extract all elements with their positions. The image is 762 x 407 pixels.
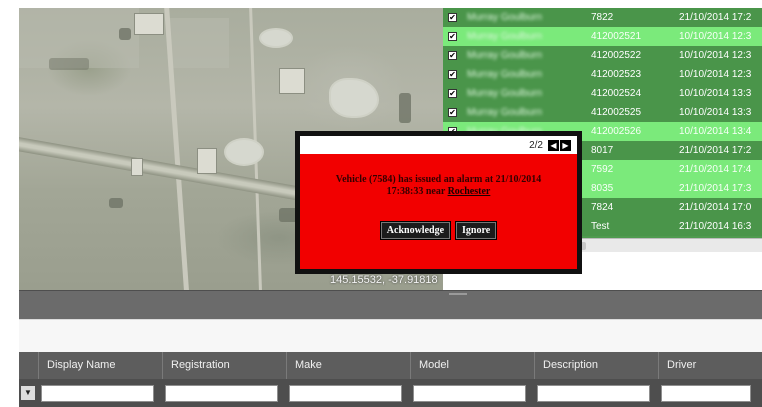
column-header-description[interactable]: Description xyxy=(535,352,659,379)
row-driver-name: Murray Goulburn xyxy=(467,12,543,23)
row-driver-name: Murray Goulburn xyxy=(467,50,543,61)
row-vehicle-id: 412002524 xyxy=(591,88,642,99)
row-checkbox[interactable]: ✔ xyxy=(448,89,457,98)
alert-pager-bar: 2/2 ◀ ▶ xyxy=(300,136,577,154)
table-row[interactable]: ✔ Murray Goulburn 412002524 10/10/2014 13:3 xyxy=(443,84,762,103)
map-coordinates: 145.15532, -37.91818 xyxy=(330,274,438,286)
column-header-make[interactable]: Make xyxy=(287,352,411,379)
filter-make-input[interactable] xyxy=(289,384,402,402)
alert-buttons: Acknowledge Ignore xyxy=(300,222,577,239)
previous-alert-icon[interactable]: ◀ xyxy=(548,139,559,151)
row-vehicle-id: 7592 xyxy=(591,164,614,175)
vehicle-grid-filter-row: ▼ xyxy=(19,379,762,407)
table-row[interactable]: ✔ Murray Goulburn 7822 21/10/2014 17:2 xyxy=(443,8,762,27)
row-vehicle-id: Test xyxy=(591,221,610,232)
column-header-registration[interactable]: Registration xyxy=(163,352,287,379)
next-alert-icon[interactable]: ▶ xyxy=(560,139,571,151)
alert-location-link[interactable]: Rochester xyxy=(448,186,491,197)
row-vehicle-id: 412002522 xyxy=(591,50,642,61)
vehicle-grid-header: Display Name Registration Make Model Des… xyxy=(19,352,762,379)
row-driver-name: Murray Goulburn xyxy=(467,88,543,99)
row-checkbox[interactable]: ✔ xyxy=(448,32,457,41)
row-checkbox[interactable]: ✔ xyxy=(448,51,457,60)
filter-registration-input[interactable] xyxy=(165,384,278,402)
row-timestamp: 21/10/2014 17:0 xyxy=(679,202,752,213)
column-header-display-name[interactable]: Display Name xyxy=(39,352,163,379)
row-vehicle-id: 412002523 xyxy=(591,69,642,80)
row-checkbox[interactable]: ✔ xyxy=(448,108,457,117)
row-vehicle-id: 7822 xyxy=(591,12,614,23)
column-header-model[interactable]: Model xyxy=(411,352,535,379)
row-vehicle-id: 412002521 xyxy=(591,31,642,42)
row-vehicle-id: 8035 xyxy=(591,183,614,194)
row-timestamp: 10/10/2014 13:3 xyxy=(679,107,752,118)
row-driver-name: Murray Goulburn xyxy=(467,107,543,118)
row-timestamp: 10/10/2014 12:3 xyxy=(679,50,752,61)
grid-header-spacer xyxy=(19,352,39,379)
alarm-alert-body: 2/2 ◀ ▶ Vehicle (7584) has issued an ala… xyxy=(300,136,577,269)
table-row[interactable]: ✔ Murray Goulburn 412002521 10/10/2014 12:3 xyxy=(443,27,762,46)
row-timestamp: 21/10/2014 17:2 xyxy=(679,12,752,23)
row-timestamp: 10/10/2014 12:3 xyxy=(679,31,752,42)
filter-driver-input[interactable] xyxy=(661,384,751,402)
acknowledge-button[interactable]: Acknowledge xyxy=(380,222,451,239)
row-driver-name: Murray Goulburn xyxy=(467,31,543,42)
row-timestamp: 10/10/2014 12:3 xyxy=(679,69,752,80)
row-vehicle-id: 7824 xyxy=(591,202,614,213)
table-row[interactable]: ✔ Murray Goulburn 412002525 10/10/2014 13:3 xyxy=(443,103,762,122)
table-row[interactable]: ✔ Murray Goulburn 412002523 10/10/2014 12:3 xyxy=(443,65,762,84)
toolbar-strip xyxy=(19,319,762,352)
row-timestamp: 21/10/2014 17:4 xyxy=(679,164,752,175)
row-vehicle-id: 412002525 xyxy=(591,107,642,118)
row-timestamp: 21/10/2014 16:3 xyxy=(679,221,752,232)
splitter-grip[interactable] xyxy=(449,293,467,295)
pane-splitter[interactable] xyxy=(19,290,762,319)
filter-display-name-input[interactable] xyxy=(41,384,154,402)
filter-description-input[interactable] xyxy=(537,384,650,402)
filter-dropdown-icon[interactable]: ▼ xyxy=(21,386,35,400)
table-row[interactable]: ✔ Murray Goulburn 412002522 10/10/2014 12:3 xyxy=(443,46,762,65)
row-timestamp: 10/10/2014 13:4 xyxy=(679,126,752,137)
alert-pager-count: 2/2 xyxy=(529,139,543,151)
row-timestamp: 21/10/2014 17:2 xyxy=(679,145,752,156)
row-checkbox[interactable]: ✔ xyxy=(448,13,457,22)
alert-message-line1: Vehicle (7584) has issued an alarm at 21… xyxy=(335,174,542,185)
row-timestamp: 10/10/2014 13:3 xyxy=(679,88,752,99)
row-timestamp: 21/10/2014 17:3 xyxy=(679,183,752,194)
alarm-alert-dialog: 2/2 ◀ ▶ Vehicle (7584) has issued an ala… xyxy=(295,131,582,274)
alert-message: Vehicle (7584) has issued an alarm at 21… xyxy=(300,174,577,198)
row-vehicle-id: 412002526 xyxy=(591,126,642,137)
row-driver-name: Murray Goulburn xyxy=(467,69,543,80)
ignore-button[interactable]: Ignore xyxy=(456,222,497,239)
filter-model-input[interactable] xyxy=(413,384,526,402)
row-vehicle-id: 8017 xyxy=(591,145,614,156)
alert-message-line2: 17:38:33 near xyxy=(386,186,446,197)
column-header-driver[interactable]: Driver xyxy=(659,352,762,379)
row-checkbox[interactable]: ✔ xyxy=(448,70,457,79)
